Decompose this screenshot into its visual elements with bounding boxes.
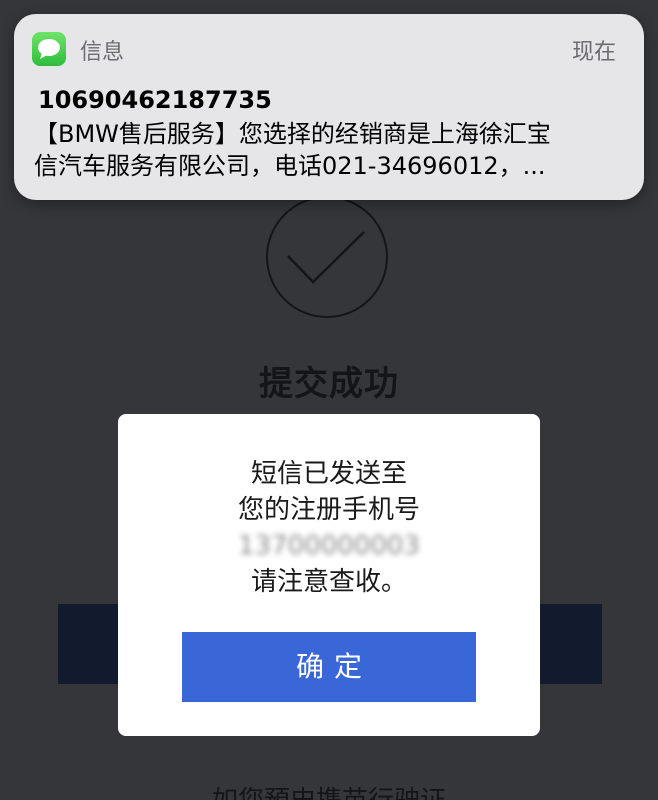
confirm-button[interactable]: 确定: [182, 632, 476, 702]
dialog-phone-line: 13700000003: [118, 528, 540, 564]
notification-body-line: 【BMW售后服务】您选择的经销商是上海徐汇宝: [34, 120, 551, 148]
success-title: 提交成功: [259, 364, 399, 404]
dialog-message: 短信已发送至 您的注册手机号 13700000003 请注意查收。: [118, 456, 540, 600]
dialog-line: 请注意查收。: [250, 567, 407, 597]
dialog-line: 您的注册手机号: [237, 495, 420, 525]
messages-icon: [32, 32, 66, 66]
notification-sender: 10690462187735: [38, 86, 272, 114]
notification-body-line: 信汽车服务有限公司，电话021-34696012，...: [34, 152, 546, 180]
sms-sent-dialog: 短信已发送至 您的注册手机号 13700000003 请注意查收。 确定: [118, 414, 540, 736]
screen: 提交成功 如您預史携苗行驶证 信息 现在 10690462187735 【BMW…: [0, 0, 658, 800]
sms-notification-banner[interactable]: 信息 现在 10690462187735 【BMW售后服务】您选择的经销商是上海…: [14, 14, 644, 200]
masked-phone-number: 13700000003: [238, 531, 420, 561]
notification-time: 现在: [571, 40, 616, 65]
notification-body: 【BMW售后服务】您选择的经销商是上海徐汇宝 信汽车服务有限公司，电话021-3…: [34, 118, 630, 182]
checkmark-icon: [266, 196, 388, 318]
dialog-line: 短信已发送至: [250, 459, 407, 489]
background-hint-text: 如您預史携苗行驶证: [0, 780, 658, 800]
app-name: 信息: [80, 40, 125, 65]
notification-header: 信息 现在: [32, 32, 626, 68]
